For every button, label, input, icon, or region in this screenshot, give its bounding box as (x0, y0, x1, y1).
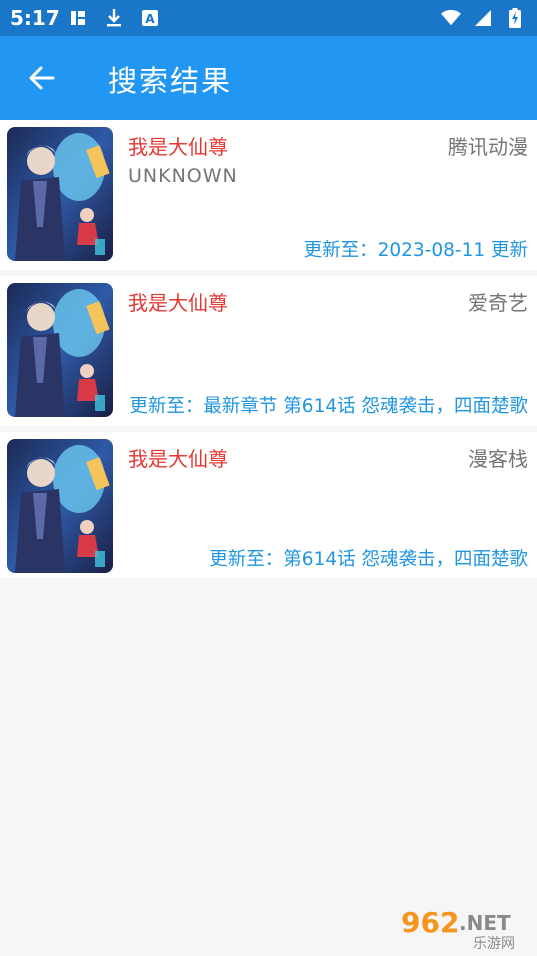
signal-icon (473, 8, 493, 28)
source-name: 漫客栈 (468, 447, 528, 471)
comic-cover-image[interactable] (7, 439, 113, 573)
status-time: 5:17 (10, 6, 60, 30)
svg-text:962: 962 (401, 906, 459, 939)
result-item-tencent[interactable]: 我是大仙尊 腾讯动漫 UNKNOWN 更新至：2023-08-11 更新 (0, 120, 537, 270)
arrow-left-icon (29, 66, 55, 90)
svg-text:.NET: .NET (459, 911, 511, 935)
result-item-mankezhan[interactable]: 我是大仙尊 漫客栈 更新至：第614话 怨魂袭击，四面楚歌 (0, 432, 537, 578)
update-text: 更新至：第614话 怨魂袭击，四面楚歌 (209, 549, 528, 570)
watermark-logo: 962 .NET 乐游网 (399, 904, 531, 952)
sim-icon (68, 8, 88, 28)
page-title: 搜索结果 (108, 64, 233, 98)
comic-title: 我是大仙尊 (128, 447, 228, 471)
svg-text:A: A (145, 12, 155, 26)
translate-icon: A (140, 8, 160, 28)
source-name: 爱奇艺 (468, 291, 528, 315)
app-bar: 搜索结果 (0, 36, 537, 120)
result-item-iqiyi[interactable]: 我是大仙尊 爱奇艺 更新至：最新章节 第614话 怨魂袭击，四面楚歌 (0, 276, 537, 426)
comic-cover-image[interactable] (7, 127, 113, 261)
status-bar: 5:17 A (0, 0, 537, 36)
author-text: UNKNOWN (128, 165, 238, 187)
comic-title: 我是大仙尊 (128, 291, 228, 315)
back-button[interactable] (18, 58, 66, 98)
comic-title: 我是大仙尊 (128, 135, 228, 159)
update-text: 更新至：最新章节 第614话 怨魂袭击，四面楚歌 (129, 396, 528, 417)
download-icon (104, 8, 124, 28)
comic-cover-image[interactable] (7, 283, 113, 417)
source-name: 腾讯动漫 (448, 135, 528, 159)
svg-text:乐游网: 乐游网 (473, 936, 515, 950)
battery-charging-icon (505, 8, 525, 28)
update-text: 更新至：2023-08-11 更新 (303, 240, 528, 261)
wifi-icon (441, 8, 461, 28)
